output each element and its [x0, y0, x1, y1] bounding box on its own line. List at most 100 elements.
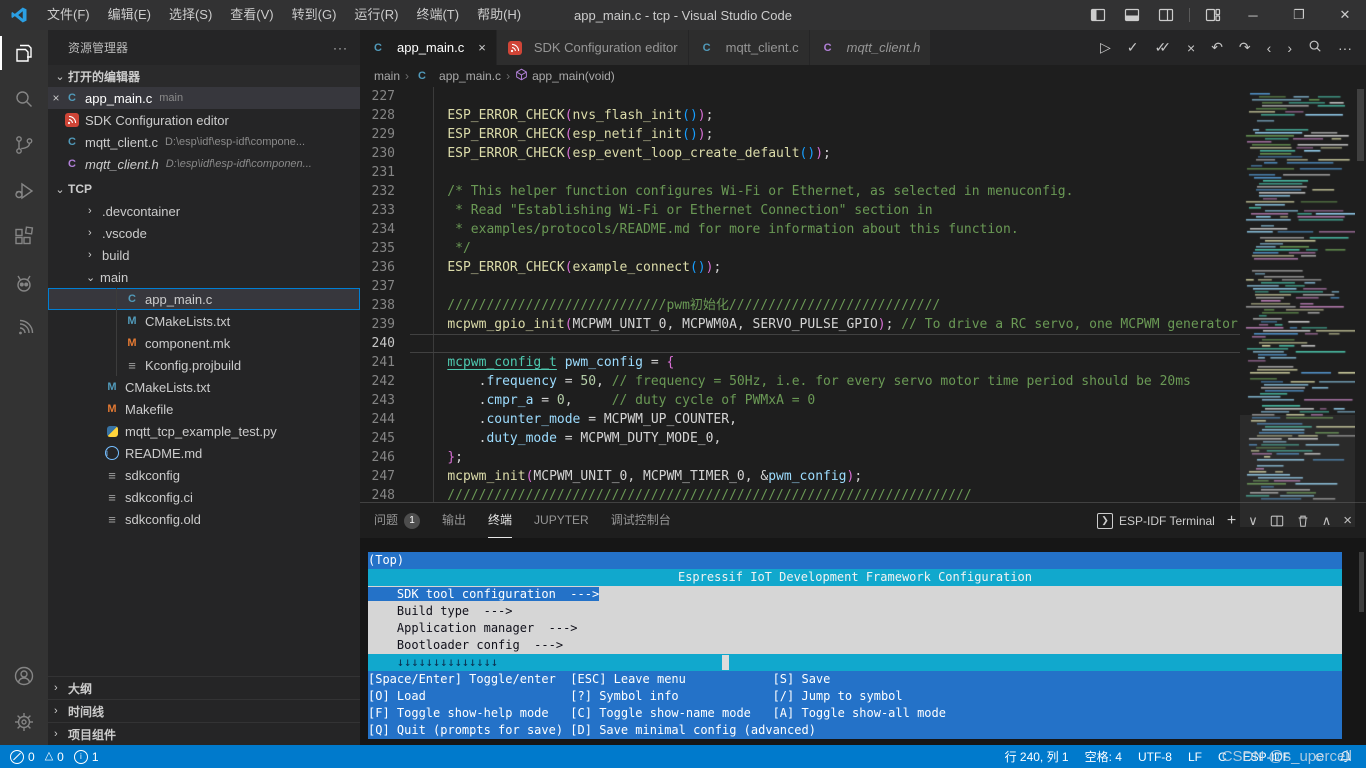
code-line[interactable]: 233 * Read "Establishing Wi-Fi or Ethern… — [360, 201, 1240, 220]
tree-file-mqtt_tcp_example_test.py[interactable]: mqtt_tcp_example_test.py — [48, 420, 360, 442]
toggle-secondary-sidebar-icon[interactable] — [1151, 0, 1181, 30]
open-editor-item[interactable]: Cmqtt_client.hD:\esp\idf\esp-idf\compone… — [48, 153, 360, 175]
tree-folder-main[interactable]: ⌄main — [48, 266, 360, 288]
tree-folder-build[interactable]: ›build — [48, 244, 360, 266]
code-line[interactable]: 230 ESP_ERROR_CHECK(esp_event_loop_creat… — [360, 144, 1240, 163]
code-line[interactable]: 238 ////////////////////////////pwm初始化//… — [360, 296, 1240, 315]
code-line[interactable]: 228 ESP_ERROR_CHECK(nvs_flash_init()); — [360, 106, 1240, 125]
editor-tab-mqtt_client.c[interactable]: Cmqtt_client.c — [689, 30, 810, 65]
minimize-button[interactable]: ─ — [1232, 0, 1274, 30]
code-line[interactable]: 243 .cmpr_a = 0, // duty cycle of PWMxA … — [360, 391, 1240, 410]
open-editor-item[interactable]: ×Capp_main.cmain — [48, 87, 360, 109]
menuconfig-item[interactable]: Application manager ---> — [368, 620, 1342, 637]
esp-idf-explorer-icon[interactable] — [0, 260, 48, 306]
code-line[interactable]: 241 mcpwm_config_t pwm_config = { — [360, 353, 1240, 372]
code-line[interactable]: 248 ////////////////////////////////////… — [360, 486, 1240, 502]
search-editor-icon[interactable] — [1308, 39, 1322, 56]
menu-转到[interactable]: 转到(G) — [283, 0, 346, 30]
tree-folder-.vscode[interactable]: ›.vscode — [48, 222, 360, 244]
status-item[interactable]: 行 240, 列 1 — [1005, 748, 1069, 765]
navigate-back-icon[interactable]: ‹ — [1267, 40, 1272, 56]
editor-tab-mqtt_client.h[interactable]: Cmqtt_client.h — [810, 30, 932, 65]
close-tab-icon[interactable]: × — [478, 40, 486, 55]
code-line[interactable]: 237 — [360, 277, 1240, 296]
tree-file-Kconfig.projbuild[interactable]: ≡Kconfig.projbuild — [48, 354, 360, 376]
code-line[interactable]: 242 .frequency = 50, // frequency = 50Hz… — [360, 372, 1240, 391]
minimap[interactable] — [1240, 87, 1355, 502]
editor-scrollbar[interactable] — [1355, 87, 1366, 502]
check-icon[interactable]: ✓ — [1127, 39, 1139, 56]
restore-button[interactable]: ❐ — [1278, 0, 1320, 30]
code-line[interactable]: 239 mcpwm_gpio_init(MCPWM_UNIT_0, MCPWM0… — [360, 315, 1240, 334]
cancel-icon[interactable]: × — [1187, 40, 1195, 56]
new-terminal-icon[interactable]: + — [1227, 512, 1236, 530]
customize-layout-icon[interactable] — [1198, 0, 1228, 30]
minimap-slider[interactable] — [1240, 415, 1355, 527]
status-item[interactable]: C — [1218, 750, 1227, 764]
section-时间线[interactable]: ›时间线 — [48, 699, 360, 722]
code-line[interactable]: 235 */ — [360, 239, 1240, 258]
tree-file-sdkconfig.old[interactable]: ≡sdkconfig.old — [48, 508, 360, 530]
menuconfig-item[interactable]: Build type ---> — [368, 603, 1342, 620]
menuconfig-item[interactable]: Bootloader config ---> — [368, 637, 1342, 654]
status-item[interactable]: LF — [1188, 750, 1202, 764]
settings-gear-icon[interactable] — [0, 699, 48, 745]
extensions-icon[interactable] — [0, 214, 48, 260]
tree-file-README.md[interactable]: iREADME.md — [48, 442, 360, 464]
code-line[interactable]: 229 ESP_ERROR_CHECK(esp_netif_init()); — [360, 125, 1240, 144]
editor-tab-SDK Configuration editor[interactable]: SDK Configuration editor — [497, 30, 689, 65]
menu-编辑[interactable]: 编辑(E) — [99, 0, 160, 30]
toggle-sidebar-icon[interactable] — [1083, 0, 1113, 30]
tree-file-sdkconfig[interactable]: ≡sdkconfig — [48, 464, 360, 486]
more-actions-icon[interactable]: ··· — [333, 41, 348, 55]
tree-file-CMakeLists.txt[interactable]: MCMakeLists.txt — [48, 310, 360, 332]
search-icon[interactable] — [0, 76, 48, 122]
espressif-icon[interactable] — [0, 306, 48, 352]
redo-icon[interactable]: ↷ — [1239, 39, 1251, 56]
toggle-panel-icon[interactable] — [1117, 0, 1147, 30]
feedback-smiley-icon[interactable]: ☺ — [1313, 749, 1326, 764]
breadcrumb-item-app_main(void)[interactable]: app_main(void) — [515, 68, 615, 84]
tree-folder-.devcontainer[interactable]: ›.devcontainer — [48, 200, 360, 222]
code-line[interactable]: 232 /* This helper function configures W… — [360, 182, 1240, 201]
tree-file-app_main.c[interactable]: Capp_main.c — [48, 288, 360, 310]
panel-tab-JUPYTER[interactable]: JUPYTER — [534, 503, 589, 538]
source-control-icon[interactable] — [0, 122, 48, 168]
terminal-view[interactable]: (Top)Espressif IoT Development Framework… — [360, 538, 1366, 745]
panel-tab-终端[interactable]: 终端 — [488, 503, 512, 538]
status-item[interactable]: UTF-8 — [1138, 750, 1172, 764]
notifications-bell-icon[interactable] — [1339, 750, 1352, 763]
accounts-icon[interactable] — [0, 653, 48, 699]
terminal-scrollbar[interactable] — [1359, 552, 1364, 612]
code-line[interactable]: 236 ESP_ERROR_CHECK(example_connect()); — [360, 258, 1240, 277]
breadcrumb-item-main[interactable]: main — [374, 69, 400, 83]
terminal-select[interactable]: ❯ ESP-IDF Terminal — [1097, 513, 1215, 529]
close-editor-icon[interactable]: × — [48, 91, 64, 105]
open-editor-item[interactable]: SDK Configuration editor — [48, 109, 360, 131]
tree-file-component.mk[interactable]: Mcomponent.mk — [48, 332, 360, 354]
folder-tcp-header[interactable]: ⌄ TCP — [48, 178, 360, 200]
undo-icon[interactable]: ↶ — [1211, 39, 1223, 56]
run-debug-icon[interactable] — [0, 168, 48, 214]
code-line[interactable]: 246 }; — [360, 448, 1240, 467]
panel-tab-问题[interactable]: 问题1 — [374, 503, 420, 538]
close-button[interactable]: ✕ — [1324, 0, 1366, 30]
code-line[interactable]: 247 mcpwm_init(MCPWM_UNIT_0, MCPWM_TIMER… — [360, 467, 1240, 486]
run-icon[interactable]: ▷ — [1100, 39, 1111, 56]
explorer-icon[interactable] — [0, 30, 48, 76]
tree-file-sdkconfig.ci[interactable]: ≡sdkconfig.ci — [48, 486, 360, 508]
status-item[interactable]: 空格: 4 — [1085, 748, 1122, 765]
open-editors-header[interactable]: ⌄ 打开的编辑器 — [48, 65, 360, 87]
menu-终端[interactable]: 终端(T) — [407, 0, 468, 30]
navigate-forward-icon[interactable]: › — [1287, 40, 1292, 56]
panel-tab-输出[interactable]: 输出 — [442, 503, 466, 538]
breadcrumb-item-app_main.c[interactable]: Capp_main.c — [414, 68, 501, 84]
editor-tab-app_main.c[interactable]: Capp_main.c× — [360, 30, 497, 65]
menu-运行[interactable]: 运行(R) — [345, 0, 407, 30]
panel-tab-调试控制台[interactable]: 调试控制台 — [611, 503, 671, 538]
code-line[interactable]: 245 .duty_mode = MCPWM_DUTY_MODE_0, — [360, 429, 1240, 448]
menu-查看[interactable]: 查看(V) — [221, 0, 282, 30]
code-line[interactable]: 231 — [360, 163, 1240, 182]
more-icon[interactable]: ··· — [1338, 40, 1352, 56]
menu-选择[interactable]: 选择(S) — [160, 0, 221, 30]
